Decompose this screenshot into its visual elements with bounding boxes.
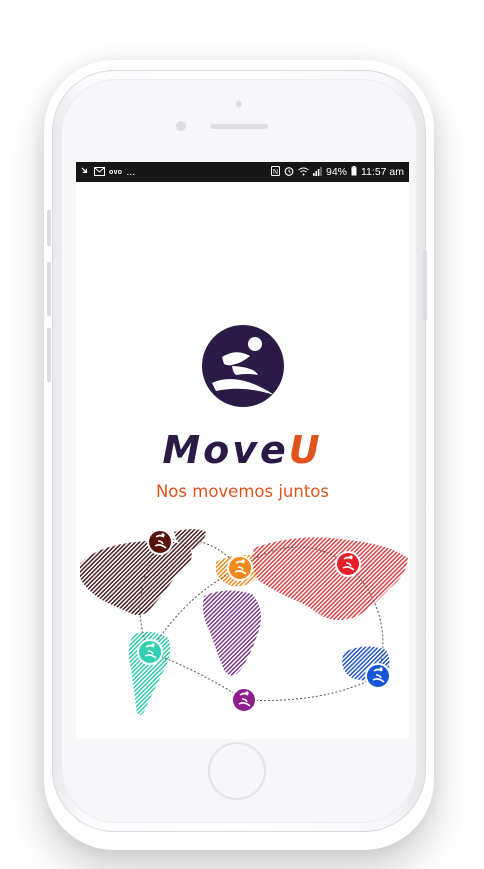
app-screen: ovo ... N 94% 11:57 am MoveU Nos movemos…	[76, 162, 409, 739]
mute-switch	[47, 210, 51, 246]
pin-africa[interactable]	[231, 687, 257, 713]
brand-name-main: Move	[162, 428, 289, 472]
volume-down-button	[47, 328, 51, 382]
status-bar-left: ovo ...	[81, 166, 135, 178]
africa-landmass	[202, 590, 261, 676]
clock: 11:57 am	[361, 166, 404, 178]
power-button	[423, 250, 427, 320]
battery-level: 94%	[325, 166, 347, 178]
ovo-app-label: ovo	[109, 168, 123, 176]
brand-name-accent: U	[288, 428, 323, 472]
world-map	[76, 524, 409, 739]
mail-icon	[94, 166, 105, 178]
moveu-logo-icon	[202, 325, 284, 407]
earpiece-speaker	[210, 124, 268, 129]
svg-text:N: N	[273, 169, 278, 176]
missed-call-icon	[81, 166, 90, 178]
pin-north-america[interactable]	[147, 529, 173, 555]
more-notifications-indicator: ...	[126, 166, 136, 178]
front-camera	[176, 121, 186, 131]
status-bar: ovo ... N 94% 11:57 am	[76, 162, 409, 182]
pin-asia[interactable]	[335, 551, 361, 577]
pin-europe[interactable]	[227, 555, 253, 581]
pin-australia[interactable]	[365, 663, 391, 689]
home-button[interactable]	[208, 742, 266, 800]
wifi-icon	[298, 167, 309, 178]
nfc-icon: N	[270, 166, 280, 178]
tagline: Nos movemos juntos	[155, 482, 330, 501]
north-america-landmass	[80, 540, 192, 615]
pin-south-america[interactable]	[137, 639, 163, 665]
status-bar-right: N 94% 11:57 am	[270, 166, 404, 178]
alarm-icon	[284, 166, 294, 178]
battery-icon	[351, 166, 357, 178]
volume-up-button	[47, 262, 51, 316]
brand-name: MoveU	[76, 428, 409, 472]
proximity-sensor	[236, 101, 242, 107]
signal-icon	[312, 166, 322, 178]
